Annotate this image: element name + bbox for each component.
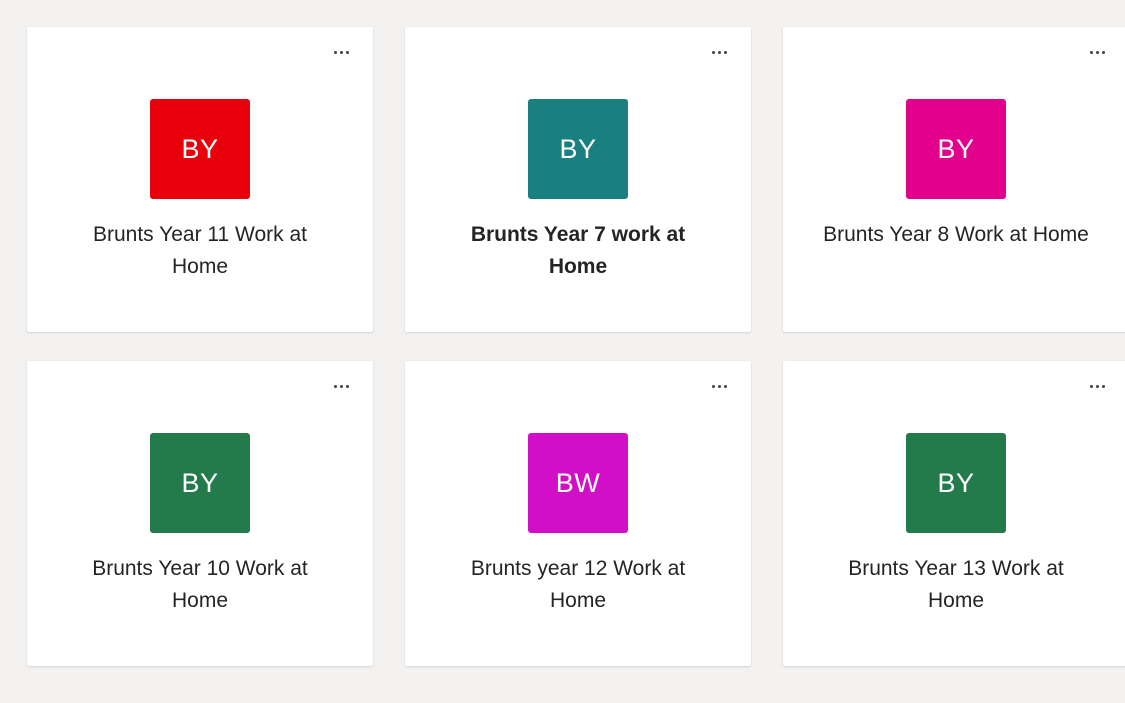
team-name: Brunts Year 7 work at Home [470, 223, 686, 278]
team-avatar: BY [906, 99, 1006, 199]
more-options-icon[interactable] [705, 41, 733, 63]
more-options-icon[interactable] [327, 41, 355, 63]
team-name: Brunts Year 13 Work at Home [848, 557, 1064, 612]
team-avatar: BY [150, 433, 250, 533]
team-avatar: BY [528, 99, 628, 199]
team-card[interactable]: BY Brunts Year 8 Work at Home [783, 27, 1125, 332]
team-avatar: BY [150, 99, 250, 199]
team-name: Brunts Year 11 Work at Home [92, 223, 307, 278]
team-name: Brunts year 12 Work at Home [470, 557, 686, 612]
more-options-icon[interactable] [327, 375, 355, 397]
team-name: Brunts Year 10 Work at Home [92, 557, 308, 612]
team-avatar: BY [906, 433, 1006, 533]
team-card[interactable]: BY Brunts Year 7 work at Home [405, 27, 751, 332]
more-options-icon[interactable] [1083, 375, 1111, 397]
team-card[interactable]: BW Brunts year 12 Work at Home [405, 361, 751, 666]
more-options-icon[interactable] [705, 375, 733, 397]
team-name: Brunts Year 8 Work at Home [823, 223, 1089, 246]
teams-grid: BY Brunts Year 11 Work at Home BY Brunts… [27, 27, 1125, 666]
team-avatar: BW [528, 433, 628, 533]
team-card[interactable]: BY Brunts Year 13 Work at Home [783, 361, 1125, 666]
more-options-icon[interactable] [1083, 41, 1111, 63]
team-card[interactable]: BY Brunts Year 10 Work at Home [27, 361, 373, 666]
team-card[interactable]: BY Brunts Year 11 Work at Home [27, 27, 373, 332]
